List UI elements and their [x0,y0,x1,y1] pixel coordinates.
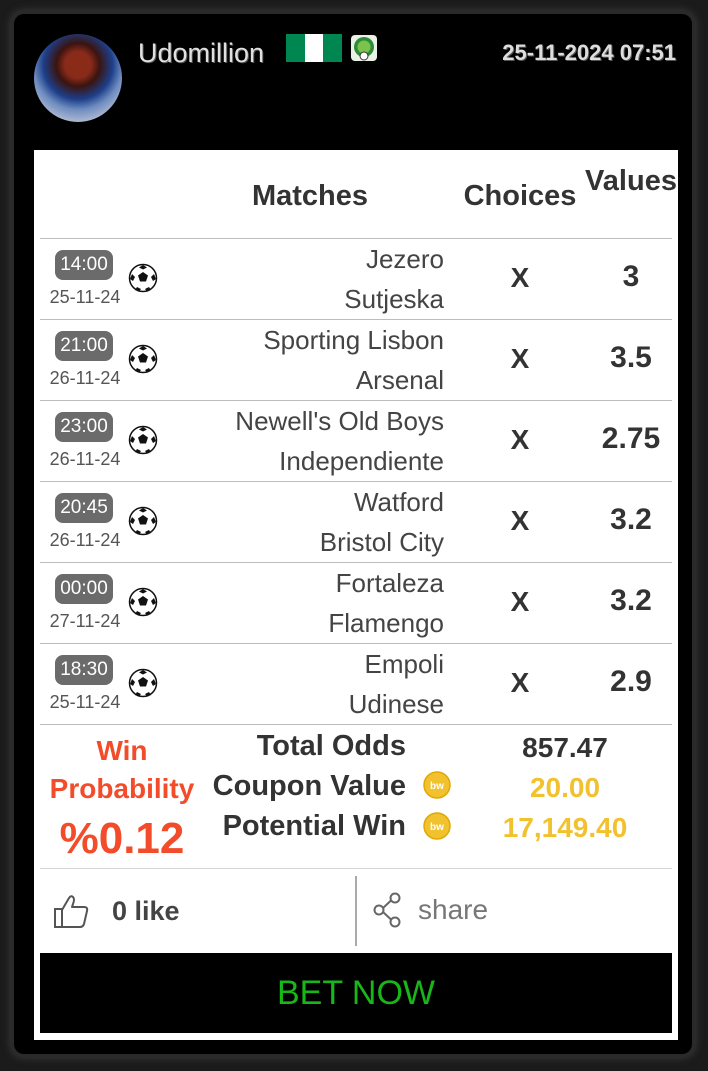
match-odds-value: 2.75 [601,422,661,455]
likes-count: 0 like [112,896,180,926]
match-date: 26-11-24 [49,449,121,469]
match-time: 20:45 [55,493,113,523]
like-button[interactable]: 0 like [40,868,340,952]
win-probability-label: Win Probability [49,735,195,804]
share-button[interactable]: share [360,868,670,952]
soccer-ball-icon [128,425,158,455]
home-team: Newell's Old Boys [235,406,444,436]
match-row[interactable]: 21:00 26-11-24 Sporting Lisbon Arsenal X 3.5 [40,319,672,401]
match-time: 21:00 [55,331,113,361]
post-datetime: 25-11-2024 07:51 [502,40,676,65]
total-odds-value: 857.47 [522,732,608,763]
coin-icon: bw [423,812,451,840]
thumbs-up-icon [54,895,89,928]
match-choice: X [510,343,530,374]
match-odds-value: 3.2 [610,584,652,617]
match-date: 25-11-24 [49,692,121,712]
away-team: Arsenal [355,365,444,395]
share-label: share [418,894,489,925]
coin-icon: bw [423,771,451,799]
match-date: 25-11-24 [49,287,121,307]
svg-text:bw: bw [430,822,444,833]
match-choice: X [510,667,530,698]
away-team: Bristol City [319,527,444,557]
match-date: 26-11-24 [49,530,121,550]
away-team: Udinese [348,689,444,719]
nigeria-flag-icon [286,34,343,62]
match-row[interactable]: 14:00 25-11-24 Jezero Sutjeska X 3 [40,238,672,320]
match-row[interactable]: 23:00 26-11-24 Newell's Old Boys Independie… [40,400,672,482]
home-team: Jezero [365,244,444,274]
match-row[interactable]: 00:00 27-11-24 Fortaleza Flamengo X 3.2 [40,562,672,644]
divider [355,876,357,946]
table-header: Matches Choices Values [40,150,677,239]
soccer-ball-icon [128,344,158,374]
column-header-values: Values [585,165,677,197]
match-time: 18:30 [55,655,113,685]
summary: Win Probability %0.12 Total Odds 857.47 … [40,724,672,869]
share-icon [373,892,401,928]
match-choice: X [510,505,530,536]
soccer-ball-icon [128,668,158,698]
match-row[interactable]: 18:30 25-11-24 Empoli Udinese X 2.9 [40,643,672,725]
match-time: 00:00 [55,574,113,604]
win-probability-value: %0.12 [59,814,185,863]
away-team: Independiente [279,446,444,476]
social-bar: 0 like share [40,868,672,952]
coupon-value-label: Coupon Value [212,770,406,802]
match-choice: X [510,424,530,455]
match-row[interactable]: 20:45 26-11-24 Watford Bristol City X 3.2 [40,481,672,563]
potential-win-label: Potential Win [222,810,406,842]
avatar[interactable] [34,34,122,122]
bet-now-button[interactable]: BET NOW [40,953,672,1033]
match-date: 27-11-24 [49,611,121,631]
potential-win-value: 17,149.40 [502,812,628,843]
match-odds-value: 3 [622,260,640,293]
match-choice: X [510,262,530,293]
soccer-ball-icon [128,506,158,536]
column-header-matches: Matches [251,180,369,212]
home-team: Watford [353,487,444,517]
home-team: Fortaleza [335,568,444,598]
match-odds-value: 2.9 [610,665,652,698]
svg-text:bw: bw [430,781,444,792]
away-team: Sutjeska [344,284,444,314]
match-time: 23:00 [55,412,113,442]
soccer-ball-icon [128,263,158,293]
badge-icon [351,35,377,61]
column-header-choices: Choices [463,180,577,212]
total-odds-label: Total Odds [256,730,406,762]
username[interactable]: Udomillion [138,38,264,69]
match-odds-value: 3.2 [610,503,652,536]
soccer-ball-icon [128,587,158,617]
home-team: Empoli [364,649,444,679]
home-team: Sporting Lisbon [263,325,444,355]
coupon-card: Matches Choices Values 14:00 25-11-24 Jeze… [34,150,678,1040]
coupon-value: 20.00 [529,772,601,803]
match-time: 14:00 [55,250,113,280]
away-team: Flamengo [328,608,444,638]
match-odds-value: 3.5 [610,341,652,374]
match-choice: X [510,586,530,617]
match-date: 26-11-24 [49,368,121,388]
